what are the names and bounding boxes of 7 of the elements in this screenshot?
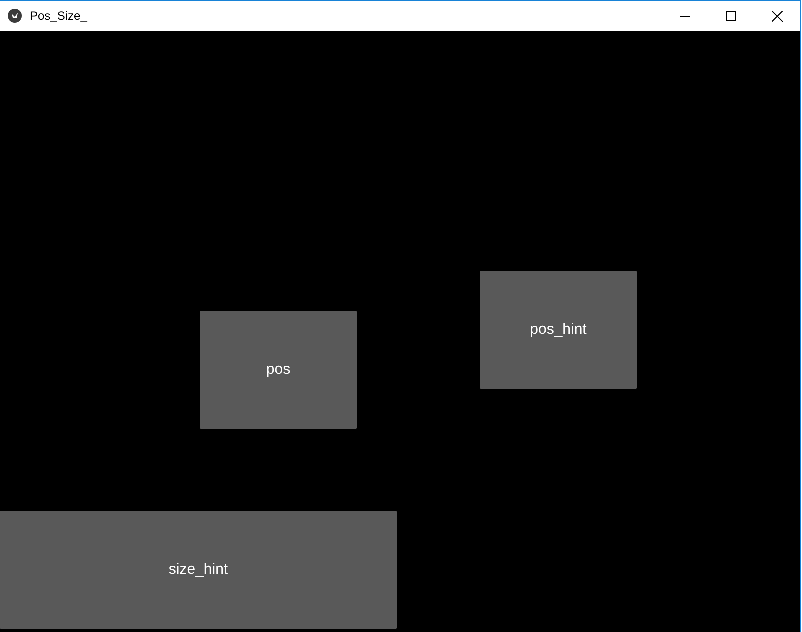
app-button[interactable]: size_hint [0, 511, 397, 629]
maximize-icon [726, 11, 736, 21]
close-icon [772, 10, 782, 22]
app-icon [8, 9, 22, 23]
app-button[interactable]: pos_hint [480, 271, 637, 389]
window-title: Pos_Size_ [30, 8, 88, 25]
app-button[interactable]: pos [200, 311, 357, 429]
